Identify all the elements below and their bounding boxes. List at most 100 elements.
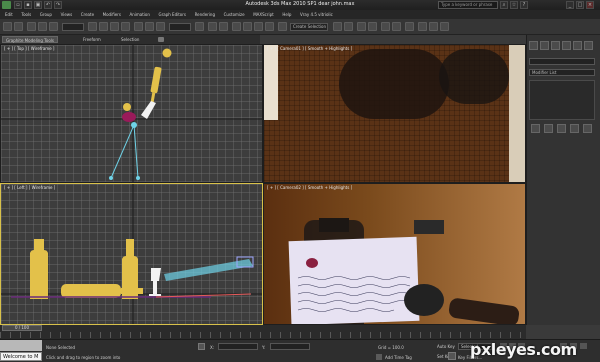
graphite-toggle-icon[interactable] — [368, 22, 377, 31]
utilities-panel-icon[interactable] — [584, 41, 593, 50]
manipulate-icon[interactable] — [208, 22, 217, 31]
wine-stain — [122, 112, 136, 122]
show-end-result-icon[interactable] — [544, 124, 553, 133]
modifier-list-dropdown[interactable]: Modifier List — [529, 69, 595, 76]
scale-icon[interactable] — [156, 22, 165, 31]
y-coord-field[interactable] — [270, 343, 310, 350]
menu-help[interactable]: Help — [282, 10, 291, 19]
edit-named-selection-icon[interactable] — [278, 22, 287, 31]
menu-animation[interactable]: Animation — [130, 10, 150, 19]
undo-tool-icon[interactable] — [3, 22, 12, 31]
display-panel-icon[interactable] — [573, 41, 582, 50]
time-slider[interactable]: 0 / 100 — [2, 325, 42, 331]
menu-customize[interactable]: Customize — [224, 10, 245, 19]
bind-space-warp-icon[interactable] — [49, 22, 58, 31]
material-editor-icon[interactable] — [405, 22, 414, 31]
window-crossing-icon[interactable] — [121, 22, 130, 31]
timeline-ruler[interactable] — [0, 332, 526, 338]
viewport-camera01[interactable]: [ + ] [ Camera01 ] [ Smooth + Highlights… — [263, 44, 526, 183]
rotate-icon[interactable] — [145, 22, 154, 31]
render-setup-icon[interactable] — [418, 22, 427, 31]
lock-selection-icon[interactable] — [198, 343, 205, 350]
viewport-label[interactable]: [ + ] [ Camera02 ] [ Smooth + Highlights… — [267, 185, 352, 190]
viewport-label[interactable]: [ + ] [ Camera01 ] [ Smooth + Highlights… — [267, 46, 352, 51]
modify-panel-icon[interactable] — [540, 41, 549, 50]
add-time-tag-button[interactable]: Add Time Tag — [385, 355, 412, 360]
menu-edit[interactable]: Edit — [5, 10, 13, 19]
pin-stack-icon[interactable] — [531, 124, 540, 133]
spinner-snap-icon[interactable] — [265, 22, 274, 31]
named-selection-dropdown[interactable]: Create Selection — [290, 23, 328, 31]
paper-strip — [264, 45, 278, 120]
region-select-icon[interactable] — [110, 22, 119, 31]
menu-maxscript[interactable]: MAXScript — [253, 10, 274, 19]
x-coord-field[interactable] — [218, 343, 258, 350]
subscription-icon[interactable]: ☆ — [510, 1, 518, 9]
select-object-icon[interactable] — [88, 22, 97, 31]
menu-rendering[interactable]: Rendering — [195, 10, 215, 19]
move-icon[interactable] — [134, 22, 143, 31]
motion-panel-icon[interactable] — [562, 41, 571, 50]
maximize-button[interactable]: □ — [576, 1, 584, 9]
set-key-icon[interactable] — [448, 352, 456, 360]
viewport-top[interactable]: [ + ] [ Top ] [ Wireframe ] — [0, 44, 263, 183]
search-input[interactable]: Type a keyword or phrase — [438, 1, 498, 9]
tab-selection[interactable]: Selection — [118, 36, 142, 43]
search-icon[interactable]: ⌕ — [500, 1, 508, 9]
hierarchy-panel-icon[interactable] — [551, 41, 560, 50]
add-time-tag-icon[interactable] — [376, 354, 382, 360]
redo-tool-icon[interactable] — [14, 22, 23, 31]
mini-listener[interactable] — [0, 340, 42, 351]
configure-sets-icon[interactable] — [583, 124, 592, 133]
reference-coord-dropdown[interactable] — [169, 23, 191, 31]
glass-side — [149, 268, 161, 296]
command-panel — [526, 35, 600, 325]
object-name-field[interactable] — [529, 58, 595, 65]
selection-filter-dropdown[interactable] — [62, 23, 84, 31]
tab-graphite-modeling-tools[interactable]: Graphite Modeling Tools — [2, 36, 59, 43]
grid-size: Grid = 100.0 — [378, 345, 404, 350]
orbit-icon[interactable] — [580, 343, 587, 349]
mirror-icon[interactable] — [333, 22, 342, 31]
menu-group[interactable]: Group — [40, 10, 52, 19]
remove-modifier-icon[interactable] — [570, 124, 579, 133]
keyboard-shortcut-icon[interactable] — [219, 22, 228, 31]
close-button[interactable]: × — [586, 1, 594, 9]
bottle-top-shape — [150, 66, 162, 103]
curve-editor-icon[interactable] — [381, 22, 390, 31]
unlink-icon[interactable] — [38, 22, 47, 31]
x-coord-label: X: — [210, 345, 215, 350]
schematic-view-icon[interactable] — [392, 22, 401, 31]
viewport-label[interactable]: [ + ] [ Top ] [ Wireframe ] — [4, 46, 55, 51]
tab-freeform[interactable]: Freeform — [80, 36, 104, 43]
create-panel-icon[interactable] — [529, 41, 538, 50]
select-by-name-icon[interactable] — [99, 22, 108, 31]
render-icon[interactable] — [440, 22, 449, 31]
menu-create[interactable]: Create — [81, 10, 94, 19]
rendered-frame-icon[interactable] — [429, 22, 438, 31]
maxscript-listener-input[interactable]: Welcome to M — [0, 352, 42, 361]
menu-graph-editors[interactable]: Graph Editors — [159, 10, 186, 19]
align-icon[interactable] — [344, 22, 353, 31]
ribbon-toggle-icon[interactable] — [158, 37, 164, 42]
menu-tools[interactable]: Tools — [21, 10, 31, 19]
snaps-toggle-icon[interactable] — [232, 22, 241, 31]
menu-vray[interactable]: Vray 4.5 vitriolic — [300, 10, 333, 19]
pivot-center-icon[interactable] — [195, 22, 204, 31]
menu-views[interactable]: Views — [61, 10, 73, 19]
angle-snap-icon[interactable] — [243, 22, 252, 31]
link-icon[interactable] — [27, 22, 36, 31]
menu-modifiers[interactable]: Modifiers — [103, 10, 121, 19]
percent-snap-icon[interactable] — [254, 22, 263, 31]
viewport-left[interactable]: [ + ] [ Left ] [ Wireframe ] — [0, 183, 263, 325]
minimize-button[interactable]: _ — [566, 1, 574, 9]
light-icon-2 — [123, 103, 131, 111]
viewport-camera02[interactable]: [ + ] [ Camera02 ] [ Smooth + Highlights… — [263, 183, 526, 325]
help-icon[interactable]: ? — [520, 1, 528, 9]
layer-manager-icon[interactable] — [357, 22, 366, 31]
viewport-label[interactable]: [ + ] [ Left ] [ Wireframe ] — [4, 185, 55, 190]
auto-key-button[interactable]: Auto Key — [437, 344, 455, 349]
make-unique-icon[interactable] — [557, 124, 566, 133]
selection-status: None Selected — [46, 345, 76, 350]
glass-silhouette — [439, 49, 509, 104]
